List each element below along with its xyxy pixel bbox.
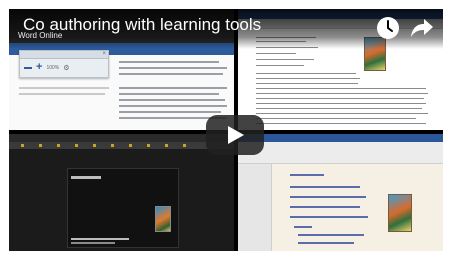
share-arrow-icon: [411, 19, 433, 37]
play-button[interactable]: [206, 115, 264, 155]
channel-name[interactable]: Word Online: [18, 31, 62, 40]
title-bar: [238, 134, 443, 142]
ribbon-bar: [238, 142, 443, 164]
decrease-icon[interactable]: [24, 66, 32, 69]
text-size-widget[interactable]: × + 100% ⚙: [19, 50, 109, 78]
video-player[interactable]: × + 100% ⚙ Co authoring with learning to…: [9, 9, 443, 251]
dark-app-frame: [9, 134, 234, 251]
share-button[interactable]: [409, 15, 435, 41]
close-icon[interactable]: ×: [102, 51, 106, 57]
menu-bar: [9, 134, 234, 142]
toolbar: [9, 142, 234, 149]
panel-title: [71, 176, 101, 179]
watch-later-button[interactable]: [375, 15, 401, 41]
document-area: [272, 164, 443, 251]
zoom-value: 100%: [46, 64, 60, 71]
immersive-reader-frame: [238, 134, 443, 251]
book-cover-image: [155, 206, 171, 232]
gear-icon[interactable]: ⚙: [63, 64, 69, 72]
increase-icon[interactable]: +: [36, 62, 42, 73]
clock-icon: [377, 17, 399, 39]
panel-text: [71, 242, 115, 244]
panel-text: [71, 238, 129, 240]
play-icon: [228, 126, 244, 144]
side-panel: [238, 164, 272, 251]
book-cover-image: [388, 194, 412, 232]
